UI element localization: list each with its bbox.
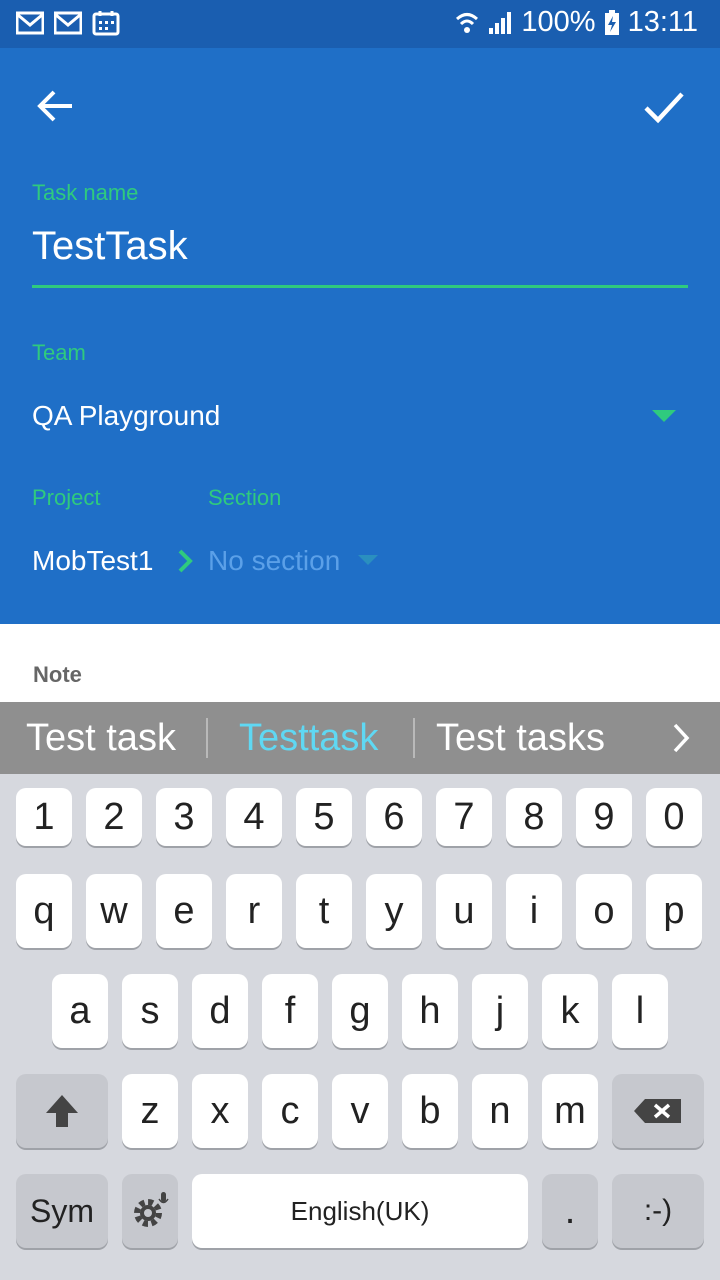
clock: 13:11 bbox=[627, 6, 698, 38]
emoticon-key[interactable]: :-) bbox=[612, 1174, 704, 1248]
key-t[interactable]: t bbox=[296, 874, 352, 948]
key-j[interactable]: j bbox=[472, 974, 528, 1048]
suggestion-1[interactable]: Test task bbox=[26, 717, 176, 760]
suggestion-bar: Test task Testtask Test tasks bbox=[0, 702, 720, 774]
wifi-icon bbox=[456, 12, 479, 33]
key-w[interactable]: w bbox=[86, 874, 142, 948]
key-k[interactable]: k bbox=[542, 974, 598, 1048]
shift-key[interactable] bbox=[16, 1074, 108, 1148]
task-name-input[interactable]: TestTask bbox=[32, 224, 188, 269]
space-key[interactable]: English(UK) bbox=[192, 1174, 528, 1248]
chevron-right-icon[interactable] bbox=[670, 722, 692, 754]
key-h[interactable]: h bbox=[402, 974, 458, 1048]
settings-voice-key[interactable] bbox=[122, 1174, 178, 1248]
key-a[interactable]: a bbox=[52, 974, 108, 1048]
period-key[interactable]: . bbox=[542, 1174, 598, 1248]
gear-icon bbox=[134, 1192, 169, 1227]
keyboard: 1 2 3 4 5 6 7 8 9 0 q w e r t y u i o p … bbox=[0, 774, 720, 1280]
shift-arrow-icon bbox=[46, 1095, 78, 1127]
key-x[interactable]: x bbox=[192, 1074, 248, 1148]
key-6[interactable]: 6 bbox=[366, 788, 422, 846]
project-selector[interactable]: MobTest1 bbox=[32, 545, 153, 577]
note-label: Note bbox=[33, 662, 82, 687]
calendar-icon bbox=[92, 11, 120, 36]
key-d[interactable]: d bbox=[192, 974, 248, 1048]
key-3[interactable]: 3 bbox=[156, 788, 212, 846]
section-label: Section bbox=[208, 485, 282, 510]
key-2[interactable]: 2 bbox=[86, 788, 142, 846]
arrow-left-icon[interactable] bbox=[34, 84, 78, 128]
chevron-right-icon bbox=[178, 549, 193, 573]
battery-charging-icon bbox=[604, 9, 619, 35]
suggestion-divider bbox=[206, 718, 208, 758]
key-0[interactable]: 0 bbox=[646, 788, 702, 846]
key-b[interactable]: b bbox=[402, 1074, 458, 1148]
key-o[interactable]: o bbox=[576, 874, 632, 948]
backspace-key[interactable] bbox=[612, 1074, 704, 1148]
task-name-label: Task name bbox=[32, 180, 139, 205]
key-c[interactable]: c bbox=[262, 1074, 318, 1148]
backspace-icon bbox=[634, 1099, 681, 1123]
key-8[interactable]: 8 bbox=[506, 788, 562, 846]
project-label: Project bbox=[32, 485, 101, 510]
key-9[interactable]: 9 bbox=[576, 788, 632, 846]
key-5[interactable]: 5 bbox=[296, 788, 352, 846]
dropdown-caret-icon[interactable] bbox=[652, 410, 676, 424]
task-name-underline bbox=[32, 285, 688, 288]
check-icon[interactable] bbox=[642, 84, 686, 128]
signal-icon bbox=[489, 11, 512, 34]
key-l[interactable]: l bbox=[612, 974, 668, 1048]
key-p[interactable]: p bbox=[646, 874, 702, 948]
suggestion-divider bbox=[413, 718, 415, 758]
sym-key[interactable]: Sym bbox=[16, 1174, 108, 1248]
key-e[interactable]: e bbox=[156, 874, 212, 948]
dropdown-caret-icon[interactable] bbox=[358, 555, 378, 567]
gmail-icon bbox=[54, 11, 82, 35]
key-s[interactable]: s bbox=[122, 974, 178, 1048]
key-q[interactable]: q bbox=[16, 874, 72, 948]
key-m[interactable]: m bbox=[542, 1074, 598, 1148]
key-y[interactable]: y bbox=[366, 874, 422, 948]
gmail-icon bbox=[16, 11, 44, 35]
key-i[interactable]: i bbox=[506, 874, 562, 948]
battery-level: 100% bbox=[521, 6, 596, 38]
key-g[interactable]: g bbox=[332, 974, 388, 1048]
key-1[interactable]: 1 bbox=[16, 788, 72, 846]
key-4[interactable]: 4 bbox=[226, 788, 282, 846]
key-v[interactable]: v bbox=[332, 1074, 388, 1148]
section-dropdown[interactable]: No section bbox=[208, 545, 340, 577]
suggestion-2[interactable]: Testtask bbox=[239, 717, 378, 760]
note-section[interactable]: Note bbox=[0, 624, 720, 702]
key-z[interactable]: z bbox=[122, 1074, 178, 1148]
key-n[interactable]: n bbox=[472, 1074, 528, 1148]
suggestion-3[interactable]: Test tasks bbox=[436, 717, 605, 760]
key-7[interactable]: 7 bbox=[436, 788, 492, 846]
key-f[interactable]: f bbox=[262, 974, 318, 1048]
key-u[interactable]: u bbox=[436, 874, 492, 948]
status-bar: 100% 13:11 bbox=[0, 0, 720, 48]
task-form-header: Task name TestTask Team QA Playground Pr… bbox=[0, 48, 720, 624]
team-dropdown[interactable]: QA Playground bbox=[32, 400, 220, 432]
key-r[interactable]: r bbox=[226, 874, 282, 948]
team-label: Team bbox=[32, 340, 86, 365]
